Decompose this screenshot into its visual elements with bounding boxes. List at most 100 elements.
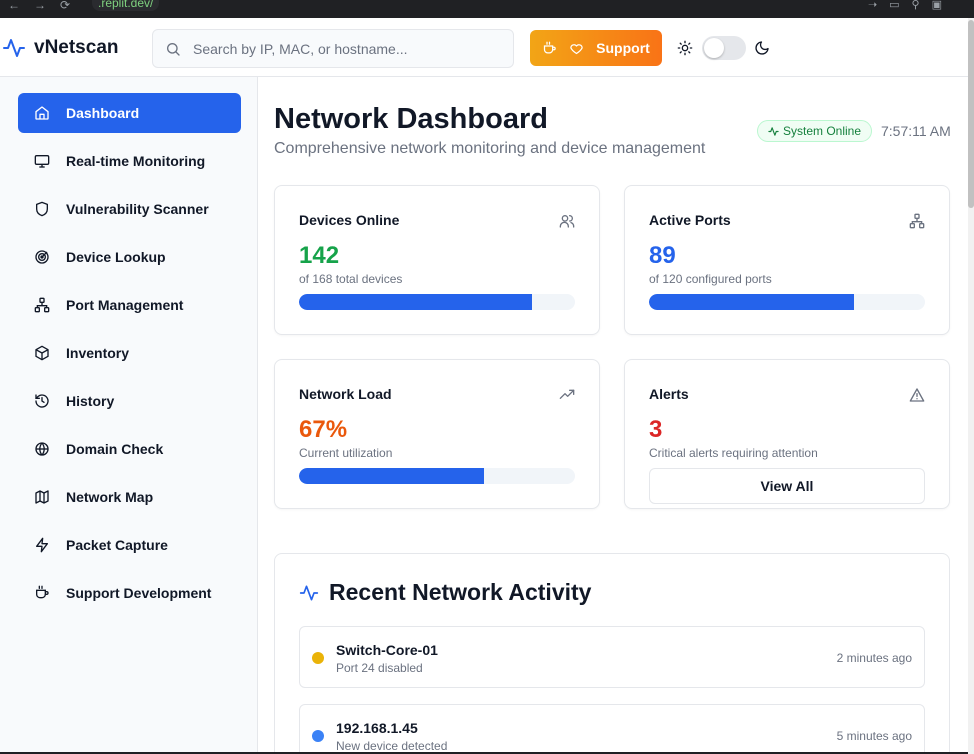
activity-item[interactable]: 192.168.1.45 New device detected 5 minut… [299, 704, 925, 752]
alert-triangle-icon [909, 388, 925, 402]
package-icon [34, 345, 50, 361]
load-progress-bar [299, 468, 575, 484]
search-bar [152, 29, 514, 68]
trending-up-icon [559, 389, 575, 399]
status-dot [312, 652, 324, 664]
sidebar-item-dashboard[interactable]: Dashboard [18, 93, 241, 133]
page-scrollbar[interactable] [968, 18, 974, 754]
sidebar-item-label: Real-time Monitoring [66, 153, 206, 169]
ports-value: 89 [649, 242, 676, 269]
view-all-button[interactable]: View All [649, 468, 925, 504]
devices-progress-bar [299, 294, 575, 310]
sidebar-item-monitoring[interactable]: Real-time Monitoring [18, 141, 241, 181]
search-icon [167, 43, 180, 56]
alerts-value: 3 [649, 416, 663, 443]
status-text: System Online [783, 124, 862, 138]
card-title: Network Load [299, 386, 392, 402]
sidebar-item-network-map[interactable]: Network Map [18, 477, 241, 517]
status-dot [312, 730, 324, 742]
search-input[interactable] [193, 38, 493, 60]
card-description: of 168 total devices [299, 272, 403, 286]
browser-nav-icons[interactable]: ←→⟳ [8, 0, 84, 11]
activity-time: 2 minutes ago [836, 651, 912, 665]
top-header: vNetscan Support [0, 18, 968, 77]
moon-icon [755, 41, 769, 55]
scrollbar-thumb[interactable] [968, 20, 974, 208]
activity-name: 192.168.1.45 [336, 720, 418, 736]
activity-icon [768, 126, 779, 136]
progress-fill [649, 294, 854, 310]
sidebar-item-label: History [66, 393, 115, 409]
sidebar-item-label: Vulnerability Scanner [66, 201, 209, 217]
card-description: of 120 configured ports [649, 272, 772, 286]
logo[interactable]: vNetscan [2, 36, 119, 60]
activity-icon [299, 585, 319, 600]
sidebar-item-port-management[interactable]: Port Management [18, 285, 241, 325]
sidebar-item-domain-check[interactable]: Domain Check [18, 429, 241, 469]
devices-online-card: Devices Online 142 of 168 total devices [274, 185, 600, 335]
sidebar: Dashboard Real-time Monitoring Vulnerabi… [0, 77, 258, 752]
load-value: 67% [299, 416, 348, 443]
address-bar[interactable]: .replit.dev/ [92, 0, 160, 11]
sidebar-item-inventory[interactable]: Inventory [18, 333, 241, 373]
page-title: Network Dashboard [274, 103, 548, 135]
ports-progress-bar [649, 294, 925, 310]
activity-title: Recent Network Activity [329, 579, 592, 605]
theme-toggle[interactable] [702, 36, 746, 60]
sidebar-item-label: Network Map [66, 489, 154, 505]
zap-icon [34, 537, 50, 553]
app-name: vNetscan [34, 37, 119, 58]
sidebar-item-support-development[interactable]: Support Development [18, 573, 241, 613]
toggle-knob [704, 38, 724, 58]
activity-header: Recent Network Activity [299, 579, 591, 606]
globe-icon [34, 441, 50, 457]
sidebar-item-vulnerability[interactable]: Vulnerability Scanner [18, 189, 241, 229]
sidebar-item-device-lookup[interactable]: Device Lookup [18, 237, 241, 277]
sidebar-item-label: Support Development [66, 585, 212, 601]
radar-icon [34, 249, 50, 265]
support-label: Support [596, 40, 650, 56]
sidebar-item-label: Port Management [66, 297, 184, 313]
sidebar-item-label: Device Lookup [66, 249, 166, 265]
coffee-icon [34, 585, 50, 601]
card-title: Alerts [649, 386, 689, 402]
sidebar-item-label: Dashboard [66, 105, 140, 121]
progress-fill [299, 468, 484, 484]
network-icon [34, 297, 50, 313]
activity-name: Switch-Core-01 [336, 642, 438, 658]
app-window: vNetscan Support Dashboard Real-time Mon… [0, 18, 968, 752]
network-icon [909, 213, 925, 229]
activity-time: 5 minutes ago [836, 729, 912, 743]
monitor-icon [34, 153, 50, 169]
page-subtitle: Comprehensive network monitoring and dev… [274, 140, 706, 157]
main-content: Network Dashboard Comprehensive network … [258, 77, 968, 752]
browser-toolbar-icons[interactable]: ➝▭⚲▣ [868, 0, 954, 11]
card-description: Critical alerts requiring attention [649, 446, 818, 460]
card-title: Active Ports [649, 212, 731, 228]
sidebar-item-label: Packet Capture [66, 537, 168, 553]
activity-detail: New device detected [336, 739, 448, 752]
activity-item[interactable]: Switch-Core-01 Port 24 disabled 2 minute… [299, 626, 925, 688]
coffee-icon [544, 41, 556, 53]
status-badge: System Online [757, 120, 873, 142]
clock: 7:57:11 AM [881, 123, 951, 139]
activity-detail: Port 24 disabled [336, 661, 423, 675]
network-load-card: Network Load 67% Current utilization [274, 359, 600, 509]
map-icon [34, 489, 50, 505]
active-ports-card: Active Ports 89 of 120 configured ports [624, 185, 950, 335]
sidebar-item-label: Domain Check [66, 441, 164, 457]
sidebar-item-history[interactable]: History [18, 381, 241, 421]
support-button[interactable]: Support [530, 30, 662, 66]
shield-icon [34, 201, 50, 217]
recent-activity-panel: Recent Network Activity Switch-Core-01 P… [274, 553, 950, 752]
home-icon [34, 105, 50, 121]
users-icon [559, 215, 575, 228]
card-description: Current utilization [299, 446, 393, 460]
activity-logo-icon [3, 39, 25, 57]
sidebar-item-packet-capture[interactable]: Packet Capture [18, 525, 241, 565]
devices-value: 142 [299, 242, 340, 269]
heart-icon [570, 43, 583, 54]
browser-chrome: ←→⟳ .replit.dev/ ➝▭⚲▣ [0, 0, 974, 18]
sidebar-item-label: Inventory [66, 345, 130, 361]
progress-fill [299, 294, 533, 310]
